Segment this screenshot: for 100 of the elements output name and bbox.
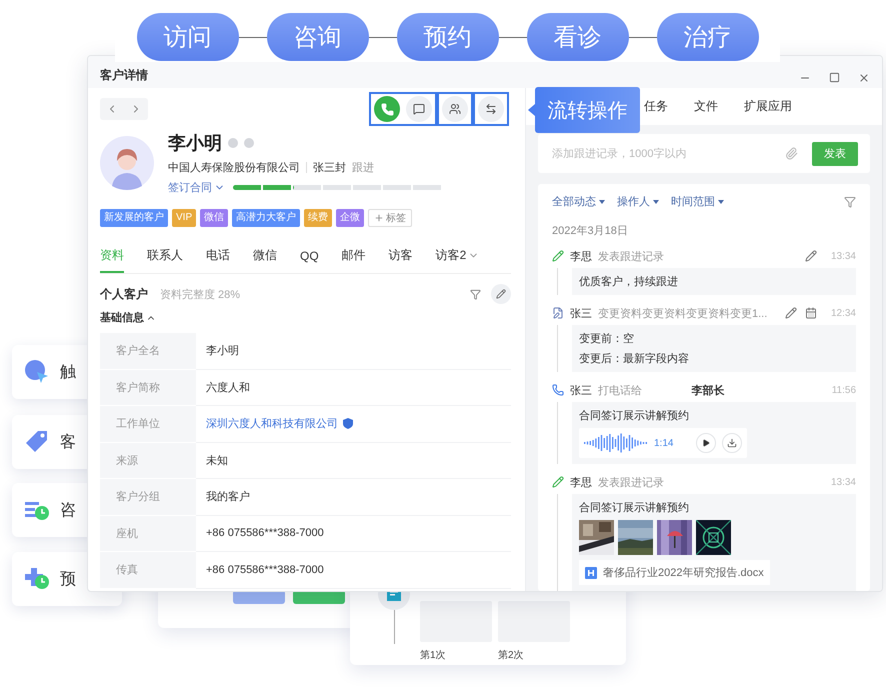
- date-heading: 2022年3月18日: [552, 224, 629, 238]
- caret-icon: [718, 200, 724, 204]
- field-label: 客户简称: [100, 370, 196, 406]
- field-label: 传真: [100, 552, 196, 588]
- tab[interactable]: 微信: [253, 243, 277, 273]
- user-name: 李思: [570, 250, 592, 264]
- pencil-icon: [552, 250, 564, 262]
- filter-icon[interactable]: [470, 288, 481, 300]
- flow-step: 咨询: [266, 13, 368, 61]
- close-icon[interactable]: [858, 72, 870, 84]
- calendar-icon[interactable]: [804, 307, 817, 319]
- swap-arrows-icon: [485, 103, 497, 115]
- play-icon: [702, 439, 710, 447]
- customer-name: 李小明: [168, 132, 222, 155]
- field-label: 工作单位: [100, 406, 196, 442]
- transfer-button[interactable]: [478, 96, 504, 122]
- tag: VIP: [172, 209, 196, 227]
- document-edit-icon: [552, 307, 564, 319]
- window-title: 客户详情: [100, 67, 148, 84]
- filter-dropdown[interactable]: 全部动态: [552, 194, 605, 209]
- maximize-icon[interactable]: [829, 72, 840, 83]
- company-link[interactable]: 深圳六度人和科技有限公司: [206, 416, 338, 432]
- user-name: 张三: [570, 384, 592, 398]
- group-toggle[interactable]: 基础信息: [100, 310, 156, 325]
- visit-label: 第1次: [420, 649, 447, 662]
- field-value: 李小明: [196, 333, 511, 370]
- tab[interactable]: 联系人: [147, 243, 183, 273]
- file-attachment[interactable]: 奢侈品行业2022年研究报告.docx: [579, 560, 770, 585]
- tag-icon: [24, 429, 50, 455]
- audio-waveform: [584, 433, 648, 453]
- filter-dropdown[interactable]: 操作人: [617, 194, 659, 209]
- content-text: 合同签订展示讲解预约: [579, 501, 690, 515]
- contacts-button[interactable]: [442, 96, 468, 122]
- filter-icon[interactable]: [844, 196, 856, 208]
- download-button[interactable]: [722, 433, 742, 453]
- callout-label: 流转操作: [535, 87, 640, 133]
- activity-action: 打电话给: [598, 384, 643, 398]
- activity-action: 变更资料变更资料变更资料变更1...: [598, 306, 768, 320]
- note-input[interactable]: 添加跟进记录，1000字以内: [550, 146, 785, 161]
- avatar: [100, 136, 154, 190]
- plus-icon: [374, 213, 384, 223]
- tab[interactable]: 文件: [694, 98, 718, 116]
- chat-icon: [413, 103, 425, 115]
- completeness-text: 资料完整度 28%: [160, 288, 240, 302]
- audio-duration: 1:14: [654, 438, 674, 448]
- edit-icon[interactable]: [784, 307, 797, 319]
- tab[interactable]: QQ: [300, 243, 319, 273]
- message-button[interactable]: [406, 96, 432, 122]
- cursor-circle-icon: [24, 359, 50, 385]
- company-name: 中国人寿保险股份有限公司: [168, 161, 300, 175]
- tag: 高潜力大客户: [232, 209, 300, 227]
- tab[interactable]: 扩展应用: [744, 98, 792, 116]
- field-label: 座机: [100, 516, 196, 552]
- field-value: 我的客户: [196, 479, 511, 516]
- activity-time: 13:34: [830, 476, 856, 488]
- field-label: 客户分组: [100, 479, 196, 516]
- flow-step: 治疗: [656, 13, 758, 61]
- filter-dropdown[interactable]: 时间范围: [671, 194, 724, 209]
- shield-icon: [343, 418, 353, 430]
- flow-step: 访问: [136, 13, 238, 61]
- owner-action: 跟进: [352, 161, 374, 175]
- download-icon: [727, 438, 737, 448]
- field-value: +86 075586***388-7000: [196, 516, 511, 552]
- cross-clock-icon: [24, 566, 50, 592]
- add-tag-button[interactable]: 标签: [368, 209, 412, 227]
- content-text: 变更前：空: [579, 332, 635, 346]
- field-value: 六度人和: [196, 370, 511, 406]
- tab[interactable]: 访客2: [436, 243, 480, 273]
- content-text: 合同签订展示讲解预约: [579, 409, 690, 423]
- feature-label: 咨: [60, 500, 76, 520]
- user-name: 张三: [570, 306, 592, 320]
- field-label: 来源: [100, 442, 196, 479]
- edit-icon[interactable]: [804, 250, 817, 262]
- owner-name: 张三封: [313, 161, 346, 175]
- tag: 续费: [304, 209, 332, 227]
- flow-step: 看诊: [526, 13, 628, 61]
- activity-time: 12:34: [830, 308, 856, 318]
- people-icon: [449, 103, 461, 115]
- thumbnail-placeholder: [420, 601, 492, 642]
- pencil-icon: [496, 289, 506, 299]
- activity-action: 发表跟进记录: [598, 250, 665, 264]
- visit-label: 第2次: [498, 649, 525, 662]
- stage-dropdown[interactable]: 签订合同: [168, 180, 225, 195]
- tab[interactable]: 任务: [644, 98, 668, 116]
- play-button[interactable]: [696, 433, 716, 453]
- content-text: 变更后：最新字段内容: [579, 352, 690, 366]
- tab[interactable]: 邮件: [342, 243, 366, 273]
- field-label: 客户全名: [100, 333, 196, 370]
- tag: 企微: [336, 209, 364, 227]
- tab[interactable]: 电话: [206, 243, 230, 273]
- caret-icon: [653, 200, 659, 204]
- pencil-icon: [552, 476, 564, 488]
- flow-step: 预约: [396, 13, 498, 61]
- section-title: 个人客户: [100, 286, 148, 302]
- feature-label: 预: [60, 570, 76, 590]
- edit-button[interactable]: [491, 284, 511, 304]
- call-button[interactable]: [374, 96, 400, 122]
- tag: 新发展的客户: [100, 209, 168, 227]
- tab[interactable]: 访客: [388, 243, 413, 273]
- activity-time: 13:34: [830, 250, 856, 262]
